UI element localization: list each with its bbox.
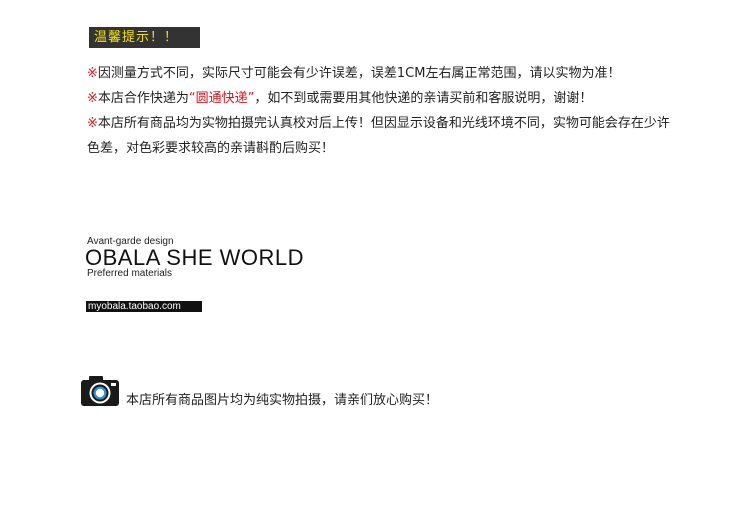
notice-list: ※因测量方式不同，实际尺寸可能会有少许误差，误差1CM左右属正常范围，请以实物为… [87,61,677,161]
notice-measurement: ※因测量方式不同，实际尺寸可能会有少许误差，误差1CM左右属正常范围，请以实物为… [87,61,677,86]
notice-mark: ※ [87,66,98,81]
notice-mark: ※ [87,91,98,106]
shop-url-link[interactable]: myobala.taobao.com [86,301,202,312]
camera-icon [80,375,120,407]
notice-text: 本店所有商品均为实物拍摄完认真校对后上传！但因显示设备和光线环境不同，实物可能会… [87,116,670,156]
brand-subtitle: Preferred materials [87,268,173,279]
notice-text: 因测量方式不同，实际尺寸可能会有少许误差，误差1CM左右属正常范围，请以实物为准… [97,66,621,81]
notice-color-difference: ※本店所有商品均为实物拍摄完认真校对后上传！但因显示设备和光线环境不同，实物可能… [87,111,677,161]
notice-text-before: 本店合作快递为 [97,91,189,106]
photo-note-text: 本店所有商品图片均为纯实物拍摄，请亲们放心购买！ [126,393,439,408]
warm-tip-badge: 温馨提示！！ [89,27,200,48]
notice-courier: ※本店合作快递为“圆通快递”，如不到或需要用其他快递的亲请买前和客服说明，谢谢！ [87,86,677,111]
notice-mark: ※ [87,116,98,131]
notice-text-after: ，如不到或需要用其他快递的亲请买前和客服说明，谢谢！ [254,91,593,106]
courier-highlight: “圆通快递” [188,91,255,106]
